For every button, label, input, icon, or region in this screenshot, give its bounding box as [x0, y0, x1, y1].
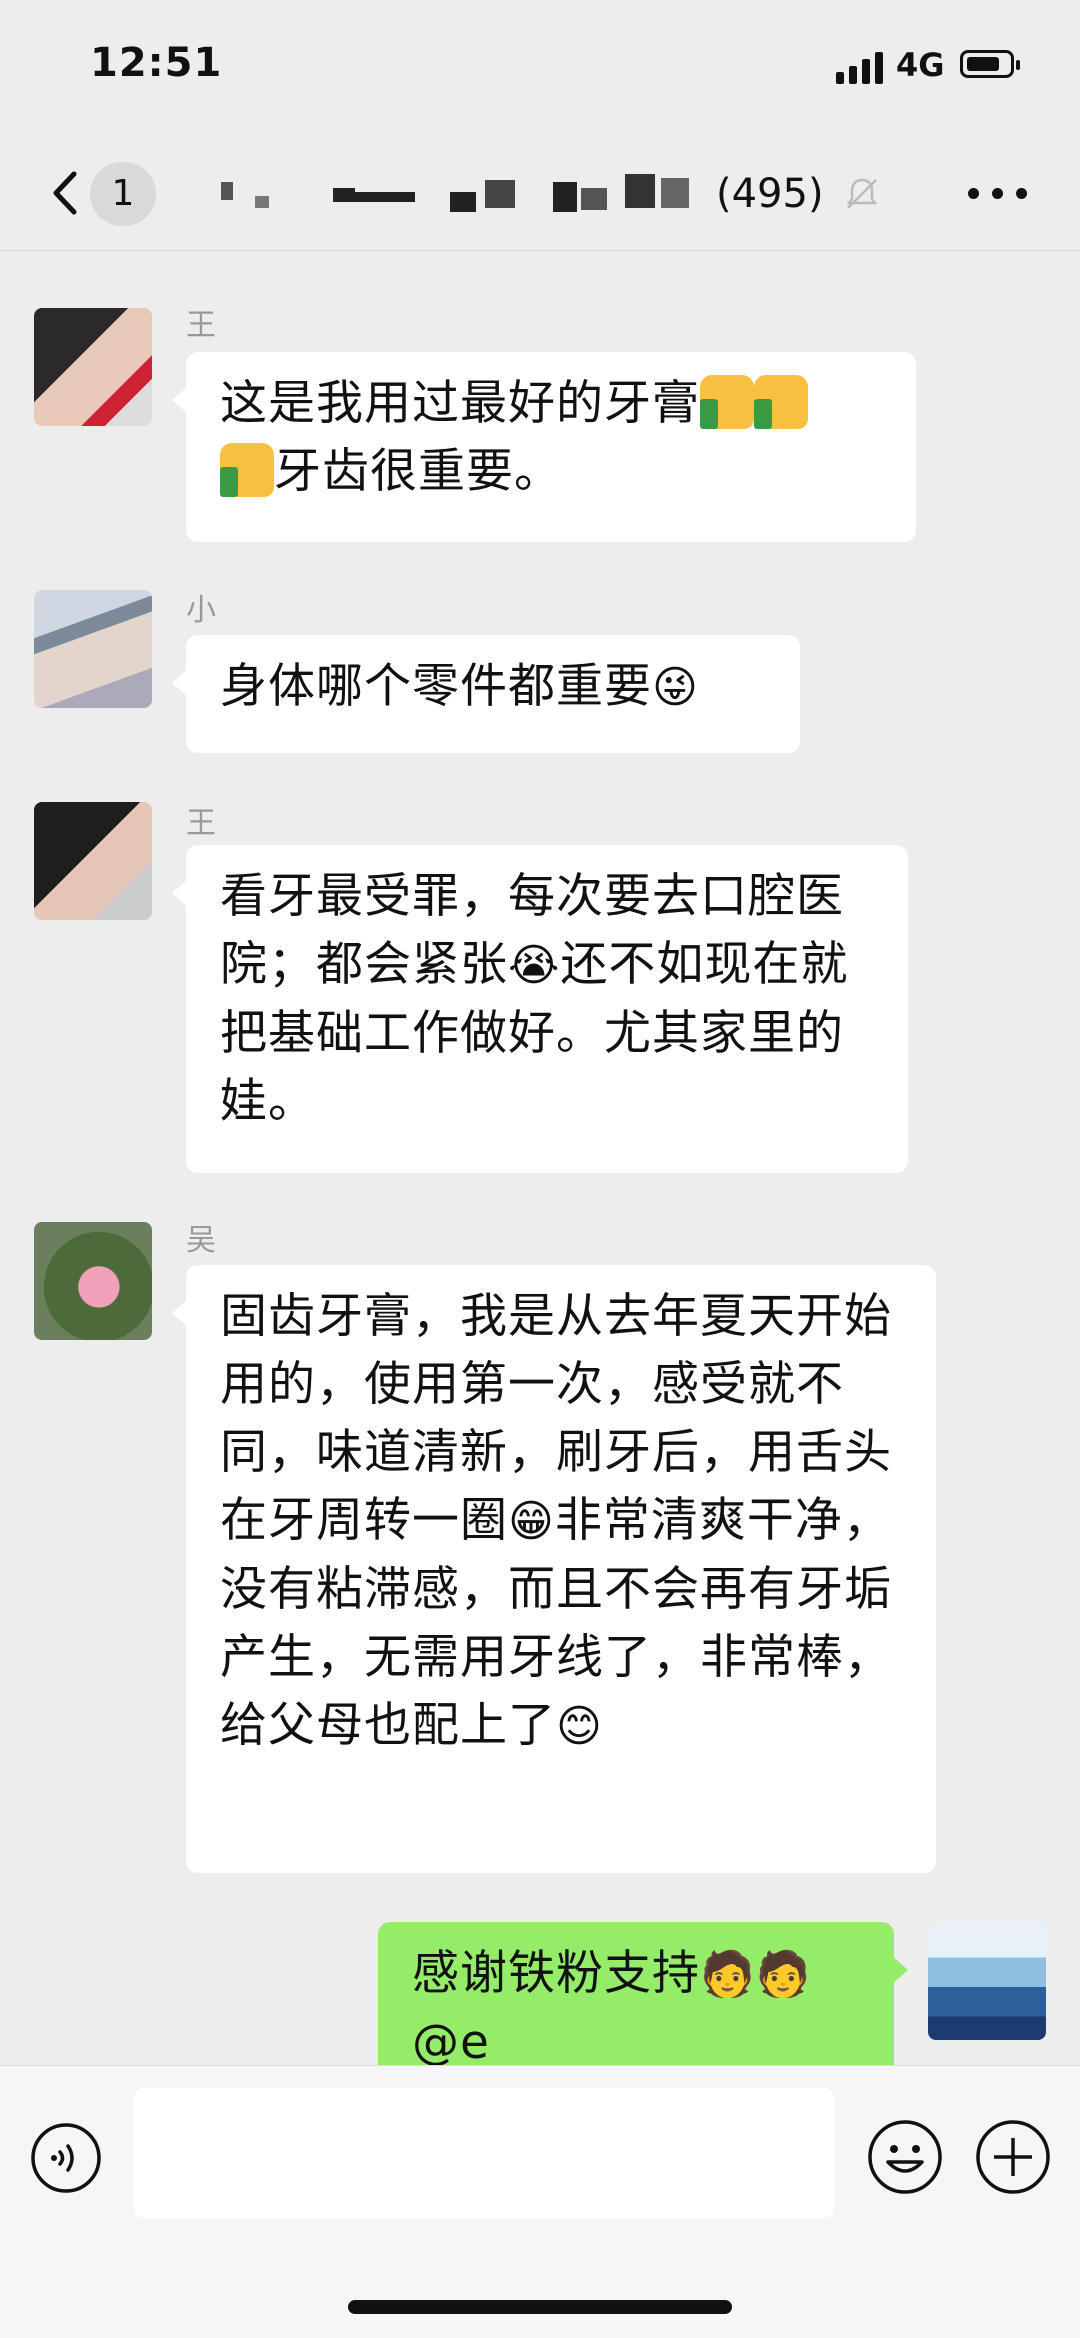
input-bar	[0, 2065, 1080, 2338]
message-bubble[interactable]: 看牙最受罪，每次要去口腔医院；都会紧张😭还不如现在就把基础工作做好。尤其家里的娃…	[172, 845, 908, 1173]
winking-face-icon: 😜	[652, 662, 699, 713]
sender-name: 小	[186, 585, 216, 656]
thumbs-up-icon	[700, 375, 754, 429]
avatar[interactable]	[34, 1222, 152, 1340]
unread-count-badge[interactable]: 1	[90, 162, 156, 226]
message-bubble[interactable]: 这是我用过最好的牙膏 牙齿很重要。	[172, 352, 916, 542]
avatar[interactable]	[34, 802, 152, 920]
message-bubble[interactable]: 身体哪个零件都重要😜	[172, 635, 800, 753]
home-indicator[interactable]	[348, 2300, 732, 2314]
plus-icon[interactable]	[974, 2118, 1052, 2196]
member-count: (495)	[716, 171, 824, 217]
sender-name: 王	[186, 300, 216, 371]
crying-face-icon: 😭	[508, 940, 561, 991]
smiling-face-icon: 😊	[556, 1701, 603, 1752]
person-icon: 🧑	[755, 1949, 812, 2000]
avatar[interactable]	[34, 590, 152, 708]
chat-header: 1 (495)	[0, 140, 1080, 251]
avatar[interactable]	[928, 1922, 1046, 2040]
sender-name: 吴	[186, 1215, 226, 1357]
voice-icon[interactable]	[30, 2122, 102, 2194]
avatar[interactable]	[34, 308, 152, 426]
thumbs-up-icon	[220, 443, 274, 497]
sender-name: 王	[186, 798, 216, 903]
grinning-face-icon: 😁	[508, 1496, 555, 1547]
network-label: 4G	[896, 46, 945, 84]
back-icon[interactable]	[42, 168, 92, 218]
battery-icon	[960, 50, 1020, 78]
status-bar: 12:51 4G	[0, 0, 1080, 140]
message-bubble[interactable]: 感谢铁粉支持🧑🧑 @e	[378, 1922, 908, 2082]
more-icon[interactable]	[968, 186, 1028, 202]
status-time: 12:51	[90, 40, 223, 86]
message-bubble[interactable]: 固齿牙膏，我是从去年夏天开始用的，使用第一次，感受就不同，味道清新，刷牙后，用舌…	[172, 1265, 936, 1873]
signal-icon	[836, 50, 886, 84]
emoji-icon[interactable]	[866, 2118, 944, 2196]
message-input[interactable]	[134, 2088, 834, 2218]
person-icon: 🧑	[700, 1949, 756, 2000]
mute-icon	[846, 178, 878, 209]
thumbs-up-icon	[754, 375, 808, 429]
